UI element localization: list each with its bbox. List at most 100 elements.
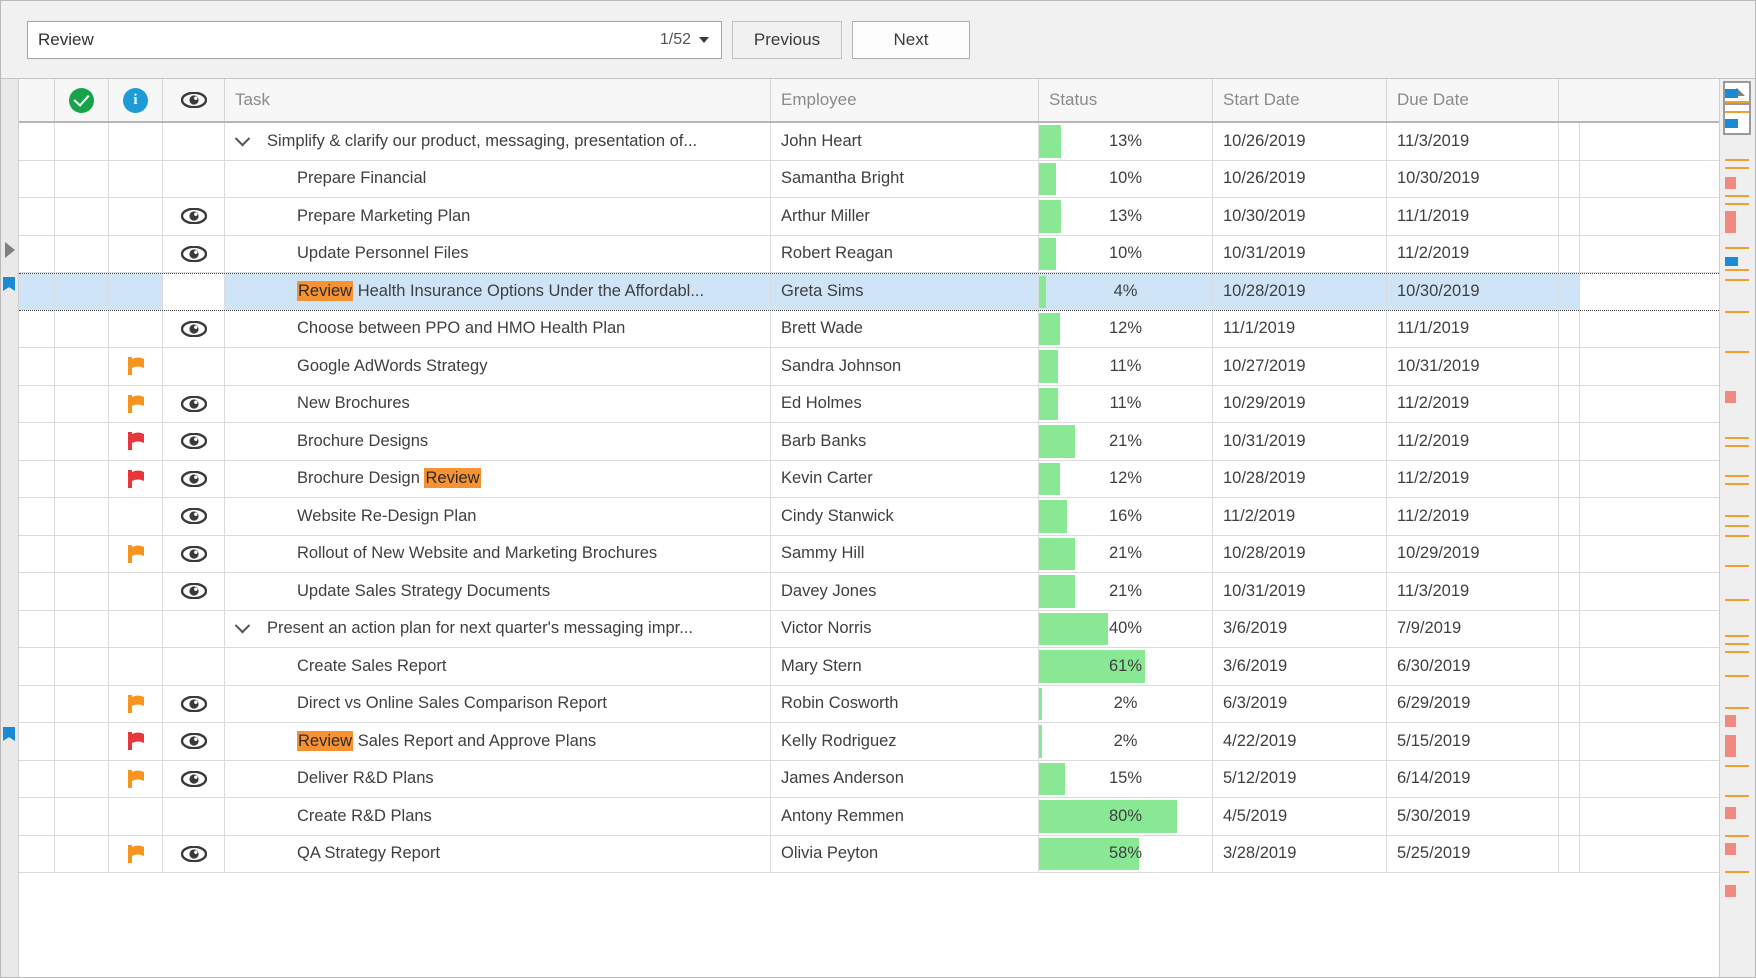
- row-done-cell[interactable]: [55, 274, 109, 310]
- row-employee-cell[interactable]: Barb Banks: [771, 423, 1039, 460]
- table-row[interactable]: Google AdWords StrategySandra Johnson11%…: [19, 348, 1719, 386]
- row-task-cell[interactable]: Deliver R&D Plans: [225, 761, 771, 798]
- row-flag-cell[interactable]: [109, 161, 163, 198]
- row-start-date-cell[interactable]: 10/27/2019: [1213, 348, 1387, 385]
- row-status-cell[interactable]: 21%: [1039, 573, 1213, 610]
- chevron-down-icon[interactable]: [225, 623, 259, 634]
- header-task[interactable]: Task: [225, 79, 771, 121]
- row-select-cell[interactable]: [19, 461, 55, 498]
- row-start-date-cell[interactable]: 10/26/2019: [1213, 161, 1387, 198]
- row-start-date-cell[interactable]: 10/28/2019: [1213, 536, 1387, 573]
- row-select-cell[interactable]: [19, 723, 55, 760]
- row-flag-cell[interactable]: [109, 348, 163, 385]
- row-done-cell[interactable]: [55, 386, 109, 423]
- row-flag-cell[interactable]: [109, 761, 163, 798]
- row-done-cell[interactable]: [55, 498, 109, 535]
- row-status-cell[interactable]: 13%: [1039, 198, 1213, 235]
- table-row[interactable]: Deliver R&D PlansJames Anderson15%5/12/2…: [19, 761, 1719, 799]
- table-row[interactable]: Direct vs Online Sales Comparison Report…: [19, 686, 1719, 724]
- next-button[interactable]: Next: [852, 21, 970, 59]
- row-start-date-cell[interactable]: 10/29/2019: [1213, 386, 1387, 423]
- row-task-cell[interactable]: QA Strategy Report: [225, 836, 771, 873]
- table-row[interactable]: Update Sales Strategy DocumentsDavey Jon…: [19, 573, 1719, 611]
- row-due-date-cell[interactable]: 5/30/2019: [1387, 798, 1559, 835]
- row-watch-cell[interactable]: [163, 798, 225, 835]
- row-employee-cell[interactable]: Greta Sims: [771, 274, 1039, 310]
- flag-icon-orange[interactable]: [125, 544, 147, 564]
- row-task-cell[interactable]: Create R&D Plans: [225, 798, 771, 835]
- table-row[interactable]: Choose between PPO and HMO Health PlanBr…: [19, 311, 1719, 349]
- row-watch-cell[interactable]: [163, 161, 225, 198]
- row-start-date-cell[interactable]: 10/28/2019: [1213, 274, 1387, 310]
- row-flag-cell[interactable]: [109, 274, 163, 310]
- row-due-date-cell[interactable]: 6/29/2019: [1387, 686, 1559, 723]
- row-select-cell[interactable]: [19, 348, 55, 385]
- row-due-date-cell[interactable]: 6/14/2019: [1387, 761, 1559, 798]
- row-task-cell[interactable]: Present an action plan for next quarter'…: [225, 611, 771, 648]
- row-employee-cell[interactable]: Victor Norris: [771, 611, 1039, 648]
- row-watch-cell[interactable]: [163, 461, 225, 498]
- row-task-cell[interactable]: Update Personnel Files: [225, 236, 771, 273]
- row-watch-cell[interactable]: [163, 498, 225, 535]
- table-row[interactable]: Prepare Marketing PlanArthur Miller13%10…: [19, 198, 1719, 236]
- row-employee-cell[interactable]: Davey Jones: [771, 573, 1039, 610]
- row-done-cell[interactable]: [55, 761, 109, 798]
- annotated-scrollbar[interactable]: [1719, 79, 1755, 977]
- row-done-cell[interactable]: [55, 311, 109, 348]
- row-watch-cell[interactable]: [163, 198, 225, 235]
- row-task-cell[interactable]: Direct vs Online Sales Comparison Report: [225, 686, 771, 723]
- row-flag-cell[interactable]: [109, 798, 163, 835]
- row-select-cell[interactable]: [19, 686, 55, 723]
- row-start-date-cell[interactable]: 3/28/2019: [1213, 836, 1387, 873]
- row-done-cell[interactable]: [55, 611, 109, 648]
- flag-icon-orange[interactable]: [125, 844, 147, 864]
- row-due-date-cell[interactable]: 10/31/2019: [1387, 348, 1559, 385]
- row-task-cell[interactable]: Prepare Financial: [225, 161, 771, 198]
- header-employee[interactable]: Employee: [771, 79, 1039, 121]
- row-employee-cell[interactable]: Sandra Johnson: [771, 348, 1039, 385]
- row-employee-cell[interactable]: Cindy Stanwick: [771, 498, 1039, 535]
- row-select-cell[interactable]: [19, 836, 55, 873]
- row-flag-cell[interactable]: [109, 686, 163, 723]
- previous-button[interactable]: Previous: [732, 21, 842, 59]
- row-done-cell[interactable]: [55, 161, 109, 198]
- row-status-cell[interactable]: 12%: [1039, 461, 1213, 498]
- current-row-pointer-icon[interactable]: [5, 242, 15, 258]
- flag-icon-orange[interactable]: [125, 769, 147, 789]
- row-flag-cell[interactable]: [109, 573, 163, 610]
- row-done-cell[interactable]: [55, 798, 109, 835]
- bookmark-icon[interactable]: [3, 727, 15, 741]
- row-watch-cell[interactable]: [163, 536, 225, 573]
- table-row[interactable]: Review Health Insurance Options Under th…: [19, 273, 1719, 311]
- row-status-cell[interactable]: 21%: [1039, 536, 1213, 573]
- row-task-cell[interactable]: Update Sales Strategy Documents: [225, 573, 771, 610]
- header-done-column[interactable]: [55, 79, 109, 121]
- row-watch-cell[interactable]: [163, 236, 225, 273]
- table-row[interactable]: Create Sales ReportMary Stern61%3/6/2019…: [19, 648, 1719, 686]
- bookmark-icon[interactable]: [3, 277, 15, 291]
- row-start-date-cell[interactable]: 11/1/2019: [1213, 311, 1387, 348]
- table-row[interactable]: Prepare FinancialSamantha Bright10%10/26…: [19, 161, 1719, 199]
- row-start-date-cell[interactable]: 10/30/2019: [1213, 198, 1387, 235]
- row-watch-cell[interactable]: [163, 423, 225, 460]
- table-row[interactable]: Rollout of New Website and Marketing Bro…: [19, 536, 1719, 574]
- row-due-date-cell[interactable]: 11/3/2019: [1387, 573, 1559, 610]
- table-row[interactable]: Simplify & clarify our product, messagin…: [19, 123, 1719, 161]
- row-select-cell[interactable]: [19, 536, 55, 573]
- row-watch-cell[interactable]: [163, 274, 225, 310]
- row-watch-cell[interactable]: [163, 386, 225, 423]
- row-start-date-cell[interactable]: 10/31/2019: [1213, 236, 1387, 273]
- row-employee-cell[interactable]: Arthur Miller: [771, 198, 1039, 235]
- row-select-cell[interactable]: [19, 198, 55, 235]
- row-task-cell[interactable]: Website Re-Design Plan: [225, 498, 771, 535]
- flag-icon-red[interactable]: [125, 469, 147, 489]
- row-status-cell[interactable]: 58%: [1039, 836, 1213, 873]
- row-done-cell[interactable]: [55, 836, 109, 873]
- row-task-cell[interactable]: Brochure Designs: [225, 423, 771, 460]
- row-due-date-cell[interactable]: 11/2/2019: [1387, 423, 1559, 460]
- row-employee-cell[interactable]: John Heart: [771, 123, 1039, 160]
- row-watch-cell[interactable]: [163, 723, 225, 760]
- flag-icon-orange[interactable]: [125, 356, 147, 376]
- row-watch-cell[interactable]: [163, 611, 225, 648]
- row-start-date-cell[interactable]: 3/6/2019: [1213, 648, 1387, 685]
